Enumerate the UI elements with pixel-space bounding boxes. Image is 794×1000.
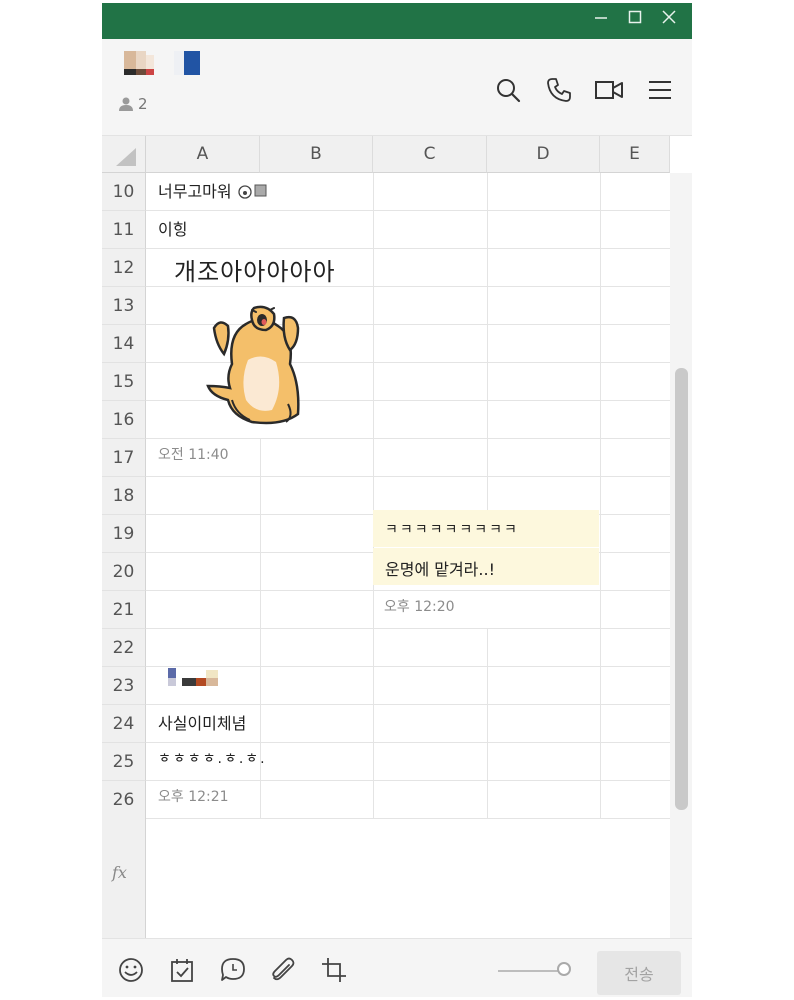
column-gridline	[487, 629, 488, 819]
person-icon	[119, 97, 133, 111]
scrollbar-thumb[interactable]	[675, 368, 688, 810]
message-text: ㅎㅎㅎㅎ.ㅎ.ㅎ.	[158, 751, 267, 767]
row-gridline	[146, 628, 670, 629]
column-gridline	[373, 173, 374, 819]
row-gridline	[146, 438, 670, 439]
row-header[interactable]: 12	[102, 249, 146, 287]
chat-header: 2	[102, 39, 692, 136]
minimize-icon	[595, 17, 607, 19]
column-gridline	[487, 173, 488, 515]
member-count-label: 2	[138, 95, 148, 113]
message-text-large: 개조아아아아아	[174, 258, 336, 286]
timestamp: 오후 12:21	[158, 789, 229, 805]
capture-button[interactable]	[319, 955, 349, 985]
attach-button[interactable]	[268, 955, 298, 985]
title-bar	[102, 3, 692, 39]
column-header-c[interactable]: C	[373, 136, 487, 173]
chat-bubble-icon	[221, 958, 245, 981]
member-count[interactable]: 2	[118, 95, 148, 113]
row-gridline	[146, 210, 670, 211]
maximize-icon	[628, 10, 642, 24]
column-header-d[interactable]: D	[487, 136, 600, 173]
reply-text: 운명에 맡겨라..!	[385, 560, 495, 579]
row-gridline	[146, 818, 670, 819]
minimize-button[interactable]	[584, 3, 618, 31]
column-header-e[interactable]: E	[600, 136, 670, 173]
crop-icon	[322, 958, 346, 982]
row-header[interactable]: 10	[102, 173, 146, 211]
video-call-button[interactable]	[594, 75, 624, 105]
row-header[interactable]: 20	[102, 553, 146, 591]
message-text: 사실이미체념	[158, 714, 247, 733]
emoji-icon	[119, 958, 143, 982]
column-header-b[interactable]: B	[260, 136, 373, 173]
row-gridline	[146, 248, 670, 249]
timestamp: 오전 11:40	[158, 447, 229, 463]
paperclip-icon	[272, 957, 295, 981]
opacity-slider-knob[interactable]	[557, 962, 571, 976]
sender-name	[164, 666, 228, 688]
maximize-button[interactable]	[618, 3, 652, 31]
call-button[interactable]	[544, 75, 574, 105]
avatar[interactable]	[124, 51, 158, 77]
row-header[interactable]: 19	[102, 515, 146, 553]
row-header[interactable]: 21	[102, 591, 146, 629]
row-gridline	[146, 742, 670, 743]
video-icon	[595, 81, 623, 99]
row-header[interactable]: 22	[102, 629, 146, 667]
formula-bar: fx	[102, 813, 146, 938]
phone-icon	[547, 78, 571, 102]
row-header[interactable]: 17	[102, 439, 146, 477]
send-button[interactable]: 전송	[597, 951, 681, 995]
shiba-dog-sticker-icon	[206, 305, 300, 425]
select-all-corner[interactable]	[102, 136, 146, 173]
chat-sheet[interactable]: A B C D E 10 11 12 13 14 15 16 17 18 19 20 21 22 23 24…	[102, 136, 692, 938]
search-icon	[497, 79, 521, 103]
bottom-toolbar: 전송	[102, 938, 692, 997]
close-icon	[662, 10, 676, 24]
chat-window: 2 A B C D E 10 11 12 13 14 15 16 17 18 1…	[102, 3, 692, 997]
row-gridline	[146, 590, 670, 591]
row-header[interactable]: 15	[102, 363, 146, 401]
row-gridline	[146, 476, 670, 477]
row-header[interactable]: 23	[102, 667, 146, 705]
reply-text: ㅋㅋㅋㅋㅋㅋㅋㅋㅋ	[385, 522, 519, 538]
close-button[interactable]	[652, 3, 686, 31]
corner-triangle-icon	[116, 148, 136, 166]
message-text: 너무고마워	[158, 178, 267, 202]
fx-label: fx	[112, 863, 127, 882]
row-header[interactable]: 25	[102, 743, 146, 781]
emoji-button[interactable]	[116, 955, 146, 985]
timestamp: 오후 12:20	[384, 599, 455, 615]
row-header[interactable]: 24	[102, 705, 146, 743]
menu-icon	[649, 81, 671, 99]
row-header[interactable]: 13	[102, 287, 146, 325]
opacity-slider-track[interactable]	[498, 970, 564, 972]
row-gridline	[146, 780, 670, 781]
sticker-image[interactable]	[202, 304, 312, 428]
column-gridline	[600, 173, 601, 819]
row-header[interactable]: 16	[102, 401, 146, 439]
reply-button[interactable]	[218, 955, 248, 985]
row-header[interactable]: 18	[102, 477, 146, 515]
column-header-a[interactable]: A	[146, 136, 260, 173]
chat-name	[174, 51, 202, 77]
emoticon-icon	[238, 184, 267, 199]
row-header[interactable]: 14	[102, 325, 146, 363]
row-gridline	[146, 704, 670, 705]
calendar-icon	[171, 959, 193, 982]
menu-button[interactable]	[645, 75, 675, 105]
search-button[interactable]	[493, 75, 523, 105]
row-header[interactable]: 11	[102, 211, 146, 249]
message-text: 이힝	[158, 220, 188, 239]
schedule-button[interactable]	[167, 955, 197, 985]
